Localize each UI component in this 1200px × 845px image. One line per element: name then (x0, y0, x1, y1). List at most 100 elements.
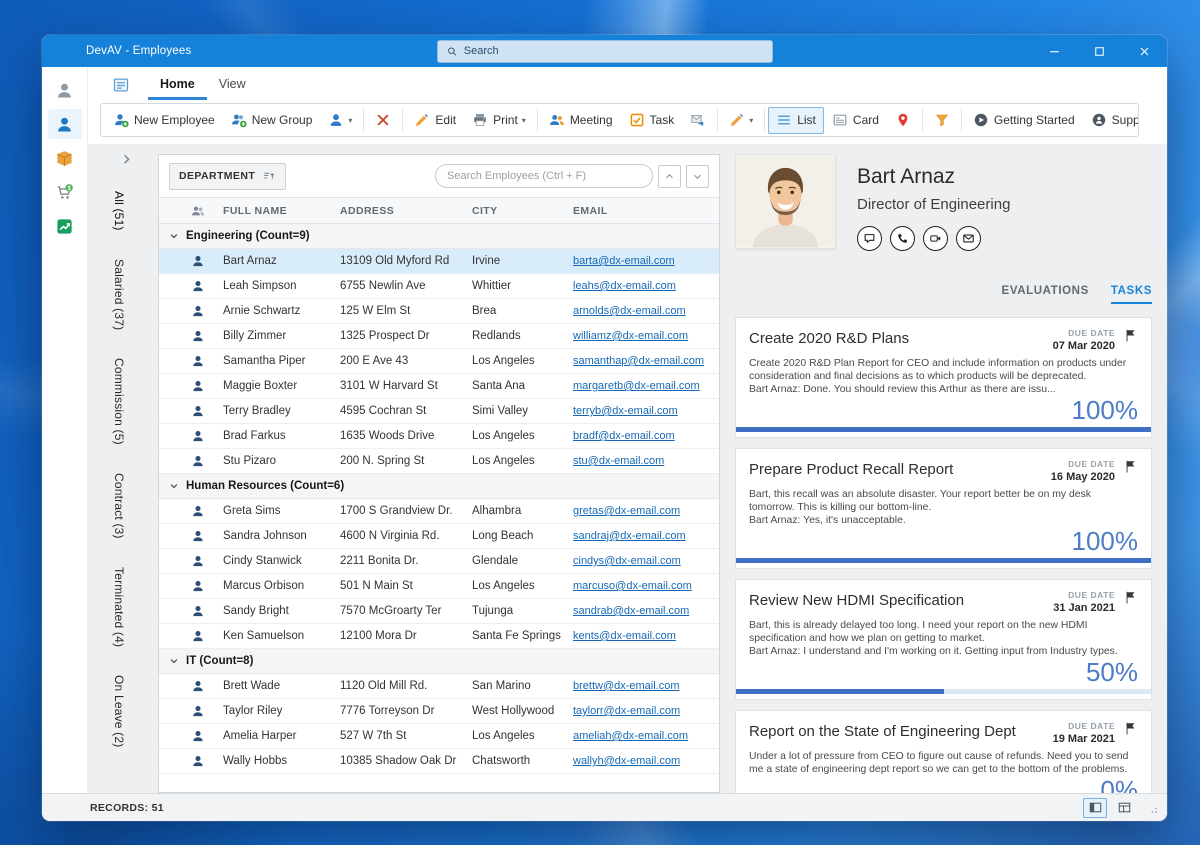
group-row[interactable]: Human Resources (Count=6) (159, 474, 719, 499)
employee-search-box[interactable] (435, 164, 653, 188)
titlebar[interactable]: DevAV - Employees (42, 35, 1167, 67)
employee-row[interactable]: Samantha Piper 200 E Ave 43 Los Angeles sam… (159, 349, 719, 374)
task-card[interactable]: Prepare Product Recall Report DUE DATE 16 … (735, 448, 1152, 570)
employee-row[interactable]: Stu Pizaro 200 N. Spring St Los Angeles stu… (159, 449, 719, 474)
sidebar-item-sales[interactable]: $ (48, 177, 82, 207)
chat-button[interactable] (857, 226, 882, 251)
task-card[interactable]: Create 2020 R&D Plans DUE DATE 07 Mar 2020… (735, 317, 1152, 439)
employee-email-link[interactable]: cindys@dx-email.com (573, 555, 681, 567)
employee-email-link[interactable]: samanthap@dx-email.com (573, 355, 704, 367)
column-header-address[interactable]: ADDRESS (332, 205, 464, 217)
employee-row[interactable]: Maggie Boxter 3101 W Harvard St Santa Ana m… (159, 374, 719, 399)
maximize-button[interactable] (1077, 35, 1122, 67)
filter-tab-terminated[interactable]: Terminated (4) (112, 567, 126, 647)
employee-row[interactable]: Terry Bradley 4595 Cochran St Simi Valley t… (159, 399, 719, 424)
group-row[interactable]: Engineering (Count=9) (159, 224, 719, 249)
titlebar-search[interactable] (436, 39, 773, 63)
employee-row[interactable]: Brad Farkus 1635 Woods Drive Los Angeles br… (159, 424, 719, 449)
sidebar-item-contacts[interactable] (48, 75, 82, 105)
toolbar-button-view-card[interactable]: Card (824, 107, 887, 134)
filter-tab-salaried[interactable]: Salaried (37) (112, 259, 126, 330)
employee-email-link[interactable]: margaretb@dx-email.com (573, 380, 700, 392)
employee-email-link[interactable]: marcuso@dx-email.com (573, 580, 692, 592)
employee-email-link[interactable]: arnolds@dx-email.com (573, 305, 686, 317)
sidebar-item-products[interactable] (48, 143, 82, 173)
layout-card-view-button[interactable] (1112, 798, 1136, 818)
employee-email-link[interactable]: taylorr@dx-email.com (573, 705, 680, 717)
employee-email-link[interactable]: wallyh@dx-email.com (573, 755, 680, 767)
toolbar-button-getting-started[interactable]: Getting Started (965, 107, 1083, 134)
employee-email-link[interactable]: ameliah@dx-email.com (573, 730, 688, 742)
employee-row[interactable]: Billy Zimmer 1325 Prospect Dr Redlands will… (159, 324, 719, 349)
employee-row[interactable]: Cindy Stanwick 2211 Bonita Dr. Glendale cin… (159, 549, 719, 574)
column-header-email[interactable]: EMAIL (565, 205, 719, 217)
employee-email-link[interactable]: gretas@dx-email.com (573, 505, 680, 517)
employee-email-link[interactable]: bradf@dx-email.com (573, 430, 675, 442)
employee-email-link[interactable]: sandraj@dx-email.com (573, 530, 686, 542)
detail-tab-tasks[interactable]: TASKS (1110, 285, 1152, 304)
department-group-button[interactable]: DEPARTMENT (169, 162, 287, 190)
minimize-button[interactable] (1032, 35, 1077, 67)
employee-email-link[interactable]: sandrab@dx-email.com (573, 605, 689, 617)
toolbar-button-print[interactable]: Print ▾ (464, 107, 534, 134)
titlebar-search-input[interactable] (463, 45, 764, 57)
video-button[interactable] (923, 226, 948, 251)
toolbar-button-edit-note[interactable]: ▾ (721, 107, 761, 134)
employee-row[interactable]: Taylor Riley 7776 Torreyson Dr West Hollyw… (159, 699, 719, 724)
employee-email-link[interactable]: brettw@dx-email.com (573, 680, 680, 692)
employee-email-link[interactable]: stu@dx-email.com (573, 455, 664, 467)
employee-row[interactable]: Arnie Schwartz 125 W Elm St Brea arnolds@dx… (159, 299, 719, 324)
resize-grip[interactable] (1145, 801, 1159, 815)
employee-email-link[interactable]: leahs@dx-email.com (573, 280, 676, 292)
detail-tab-evaluations[interactable]: EVALUATIONS (1002, 285, 1089, 304)
employee-row[interactable]: Wally Hobbs 10385 Shadow Oak Dr Chatsworth… (159, 749, 719, 774)
toolbar-button-edit[interactable]: Edit (406, 107, 464, 134)
employee-email-link[interactable]: kents@dx-email.com (573, 630, 676, 642)
ribbon-tab-home[interactable]: Home (148, 70, 207, 100)
search-next-button[interactable] (686, 164, 709, 188)
toolbar-button-view-map[interactable] (887, 107, 919, 134)
group-row[interactable]: IT (Count=8) (159, 649, 719, 674)
employee-search-input[interactable] (447, 170, 641, 182)
phone-button[interactable] (890, 226, 915, 251)
employee-email-link[interactable]: barta@dx-email.com (573, 255, 675, 267)
toolbar-button-employee-actions[interactable]: ▾ (320, 107, 360, 134)
employee-email-link[interactable]: williamz@dx-email.com (573, 330, 688, 342)
toolbar-button-view-list[interactable]: List (768, 106, 824, 134)
layout-list-view-button[interactable] (1083, 797, 1107, 818)
employee-row[interactable]: Marcus Orbison 501 N Main St Los Angeles ma… (159, 574, 719, 599)
toolbar-button-mail-merge[interactable] (682, 107, 714, 134)
employee-row[interactable]: Leah Simpson 6755 Newlin Ave Whittier leahs… (159, 274, 719, 299)
employee-row[interactable]: Amelia Harper 527 W 7th St Los Angeles amel… (159, 724, 719, 749)
toolbar-button-new-group[interactable]: New Group (223, 107, 321, 134)
app-menu-button[interactable] (112, 76, 130, 94)
search-previous-button[interactable] (658, 164, 681, 188)
employee-row[interactable]: Brett Wade 1120 Old Mill Rd. San Marino bre… (159, 674, 719, 699)
mail-button[interactable] (956, 226, 981, 251)
employee-row[interactable]: Sandy Bright 7570 McGroarty Ter Tujunga san… (159, 599, 719, 624)
column-header-city[interactable]: CITY (464, 205, 565, 217)
employee-row[interactable]: Sandra Johnson 4600 N Virginia Rd. Long Be… (159, 524, 719, 549)
column-header-full-name[interactable]: FULL NAME (215, 205, 332, 217)
expand-strip-button[interactable] (119, 152, 134, 167)
employee-row[interactable]: Bart Arnaz 13109 Old Myford Rd Irvine barta… (159, 249, 719, 274)
toolbar-button-support[interactable]: Support (1083, 107, 1138, 134)
toolbar-button-filter[interactable] (926, 107, 958, 134)
filter-tab-on[interactable]: On Leave (2) (112, 675, 126, 747)
filter-tab-commission[interactable]: Commission (5) (112, 358, 126, 445)
toolbar-button-meeting[interactable]: Meeting (541, 107, 621, 134)
toolbar-button-new-employee[interactable]: New Employee (105, 107, 223, 134)
ribbon-tab-view[interactable]: View (207, 70, 258, 100)
employee-row[interactable]: Ken Samuelson 12100 Mora Dr Santa Fe Sprin… (159, 624, 719, 649)
sidebar-item-employees[interactable] (47, 109, 82, 139)
close-button[interactable] (1122, 35, 1167, 67)
task-card[interactable]: Report on the State of Engineering Dept D… (735, 710, 1152, 793)
toolbar-button-delete[interactable] (367, 107, 399, 134)
employee-email-link[interactable]: terryb@dx-email.com (573, 405, 678, 417)
filter-tab-all[interactable]: All (51) (112, 191, 126, 231)
toolbar-button-task[interactable]: Task (621, 107, 683, 134)
filter-tab-contract[interactable]: Contract (3) (112, 473, 126, 539)
employee-row[interactable]: Greta Sims 1700 S Grandview Dr. Alhambra gr… (159, 499, 719, 524)
sidebar-item-reports[interactable] (48, 211, 82, 241)
task-card[interactable]: Review New HDMI Specification DUE DATE 31 … (735, 579, 1152, 701)
